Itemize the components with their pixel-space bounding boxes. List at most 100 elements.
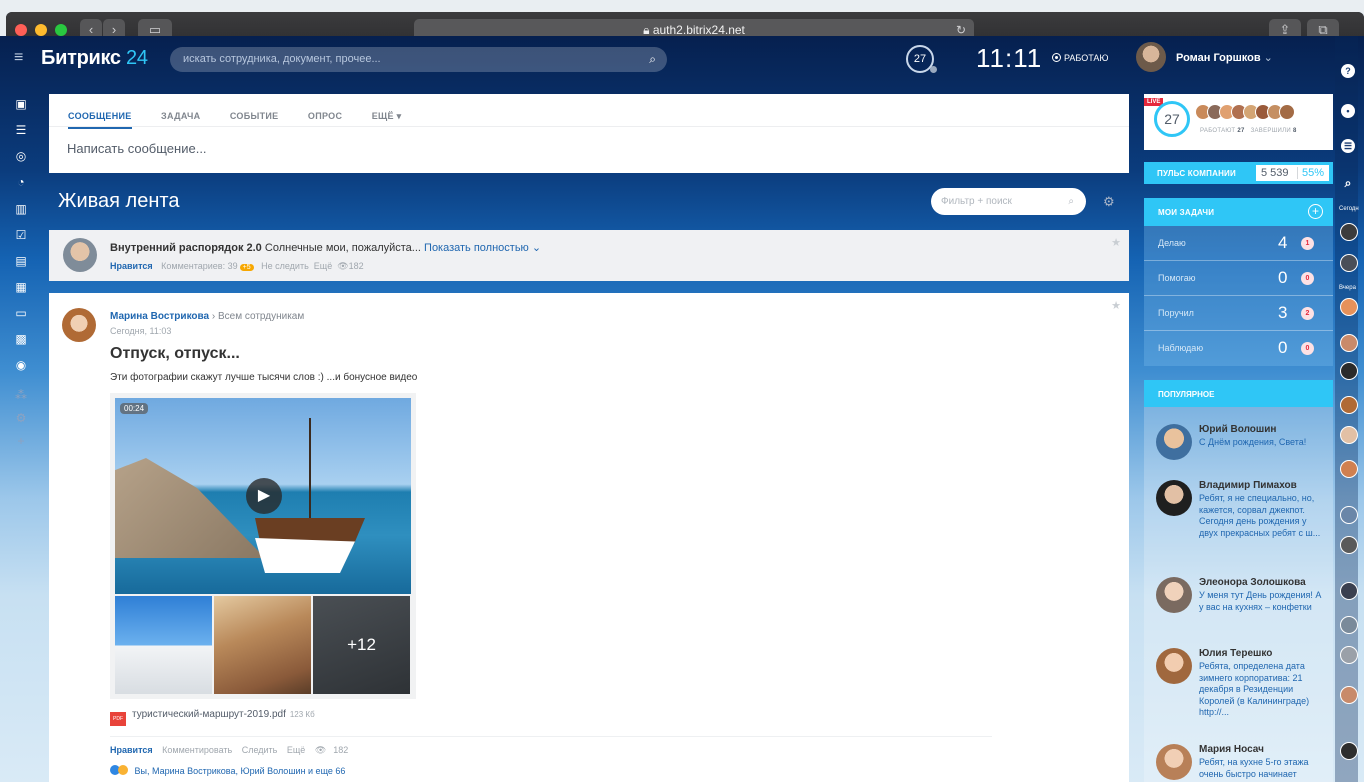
comment-button[interactable]: Комментировать: [162, 745, 232, 755]
avatar[interactable]: [1340, 426, 1358, 444]
search-icon[interactable]: ⌕: [1341, 176, 1355, 190]
tab-more[interactable]: ЕЩЁ ▾: [372, 111, 402, 122]
post-recipient[interactable]: › Всем сотрдуникам: [212, 311, 304, 322]
avatar[interactable]: [63, 238, 97, 272]
add-task-icon[interactable]: +: [1308, 204, 1323, 219]
avatar[interactable]: [1340, 506, 1358, 524]
avatar[interactable]: [1340, 742, 1358, 760]
pinned-post-meta: Нравится Комментариев: 39 +5 Не следить Е…: [110, 261, 364, 272]
avatar[interactable]: [1340, 536, 1358, 554]
tab-task[interactable]: ЗАДАЧА: [161, 111, 200, 121]
star-icon[interactable]: ★: [1111, 299, 1121, 312]
close-window-button[interactable]: [15, 24, 27, 36]
structure-icon[interactable]: ⁂: [14, 388, 28, 402]
avatar[interactable]: [62, 308, 96, 342]
avatar[interactable]: [1340, 616, 1358, 634]
photo-hill: [115, 458, 265, 558]
like-button[interactable]: Нравится: [110, 745, 153, 755]
gear-icon[interactable]: ⚙: [1103, 194, 1115, 210]
page-title: Живая лента: [58, 190, 180, 212]
user-menu[interactable]: Роман Горшков ⌄: [1136, 42, 1326, 76]
avatar: [1136, 42, 1166, 72]
unfollow-link[interactable]: Не следить: [261, 261, 309, 271]
add-icon[interactable]: +: [14, 434, 28, 448]
my-tasks-widget: МОИ ЗАДАЧИ + Делаю 4 1 Помогаю 0 0 Поручил 3 2…: [1144, 198, 1333, 366]
avatar[interactable]: [1340, 646, 1358, 664]
post-title: Отпуск, отпуск...: [110, 345, 240, 362]
filter-search-input[interactable]: Фильтр + поиск ⌕: [931, 188, 1086, 215]
divider: [1297, 167, 1298, 179]
photo-thumbnail-more[interactable]: +12: [313, 596, 410, 694]
avatar: [1156, 648, 1192, 684]
task-row[interactable]: Наблюдаю 0 0: [1144, 331, 1333, 366]
tab-poll[interactable]: ОПРОС: [308, 111, 342, 121]
task-row[interactable]: Поручил 3 2: [1144, 296, 1333, 331]
clock-icon[interactable]: ◔: [14, 175, 28, 189]
search-icon[interactable]: ⌕: [1068, 188, 1074, 215]
avatar[interactable]: [1340, 334, 1358, 352]
avatar[interactable]: [1340, 362, 1358, 380]
show-more-link[interactable]: Показать полностью ⌄: [424, 242, 541, 254]
views-count: 182: [348, 261, 364, 271]
file-attachment[interactable]: PDF туристический-маршрут-2019.pdf 123 Кб: [110, 709, 315, 726]
chat-icon[interactable]: ☰: [1341, 139, 1355, 153]
like-button[interactable]: Нравится: [110, 261, 153, 271]
message-input[interactable]: Написать сообщение...: [67, 141, 207, 156]
more-link[interactable]: Ещё: [314, 261, 332, 271]
likes-summary[interactable]: Вы, Марина Вострикова, Юрий Волошин и ещ…: [110, 765, 345, 776]
post-author[interactable]: Марина Вострикова: [110, 311, 209, 322]
pulse-count: 27: [1154, 101, 1190, 137]
avatar[interactable]: [1340, 223, 1358, 241]
popular-header: ПОПУЛЯРНОЕ: [1144, 380, 1333, 407]
post-date[interactable]: Сегодня, 11:03: [110, 326, 171, 336]
menu-icon[interactable]: ≡: [14, 49, 23, 67]
avatar[interactable]: [1340, 254, 1358, 272]
drive-icon[interactable]: ▤: [14, 254, 28, 268]
tasks-label: МОИ ЗАДАЧИ: [1158, 208, 1215, 217]
avatar[interactable]: [1340, 298, 1358, 316]
help-icon[interactable]: ?: [1341, 64, 1355, 78]
search-icon[interactable]: ⌕: [649, 47, 656, 72]
reports-icon[interactable]: ▥: [14, 202, 28, 216]
zoom-window-button[interactable]: [55, 24, 67, 36]
task-row[interactable]: Помогаю 0 0: [1144, 261, 1333, 296]
avatar[interactable]: [1340, 460, 1358, 478]
work-status[interactable]: РАБОТАЮ: [1052, 53, 1109, 63]
calendar-icon[interactable]: ▦: [14, 280, 28, 294]
video-thumbnail[interactable]: 00:24 ▶: [115, 398, 411, 594]
avatar[interactable]: [1340, 396, 1358, 414]
filter-icon[interactable]: ☰: [14, 123, 28, 137]
tab-event[interactable]: СОБЫТИЕ: [230, 111, 279, 121]
more-button[interactable]: Ещё: [287, 745, 305, 755]
mail-icon[interactable]: ▭: [14, 306, 28, 320]
minimize-window-button[interactable]: [35, 24, 47, 36]
status-icon: [1052, 53, 1061, 62]
popular-author: Юлия Терешко: [1199, 648, 1273, 659]
search-placeholder: искать сотрудника, документ, прочее...: [183, 53, 381, 65]
check-circle-icon[interactable]: ◉: [14, 358, 28, 372]
avatar[interactable]: [1340, 686, 1358, 704]
bell-icon[interactable]: •: [1341, 104, 1355, 118]
file-name[interactable]: туристический-маршрут-2019.pdf: [132, 709, 286, 720]
logo[interactable]: Битрикс 24: [41, 47, 148, 70]
pinned-post[interactable]: Внутренний распорядок 2.0 Солнечные мои,…: [49, 230, 1129, 281]
search-input[interactable]: искать сотрудника, документ, прочее... ⌕: [170, 47, 667, 72]
apps-icon[interactable]: ▩: [14, 332, 28, 346]
avatar[interactable]: [1340, 582, 1358, 600]
photo-thumbnail[interactable]: [115, 596, 212, 694]
avatar: [1156, 480, 1192, 516]
settings-icon[interactable]: ⚙: [14, 411, 28, 425]
company-pulse-widget[interactable]: LIVE 27 РАБОТАЮТ 27 ЗАВЕРШИЛИ 8: [1144, 94, 1333, 150]
feed-icon[interactable]: ▣: [14, 97, 28, 111]
photo-thumbnail[interactable]: [214, 596, 311, 694]
company-pulse-bar[interactable]: ПУЛЬС КОМПАНИИ 5 539 55%: [1144, 162, 1333, 184]
url-text: auth2.bitrix24.net: [652, 23, 745, 37]
tasks-icon[interactable]: ☑: [14, 228, 28, 242]
play-icon[interactable]: ▶: [246, 478, 282, 514]
star-icon[interactable]: ★: [1111, 236, 1121, 249]
follow-button[interactable]: Следить: [242, 745, 278, 755]
photo-boat: [255, 538, 355, 573]
task-row[interactable]: Делаю 4 1: [1144, 226, 1333, 261]
comments-link[interactable]: Комментариев: 39: [161, 261, 237, 271]
target-icon[interactable]: ◎: [14, 149, 28, 163]
